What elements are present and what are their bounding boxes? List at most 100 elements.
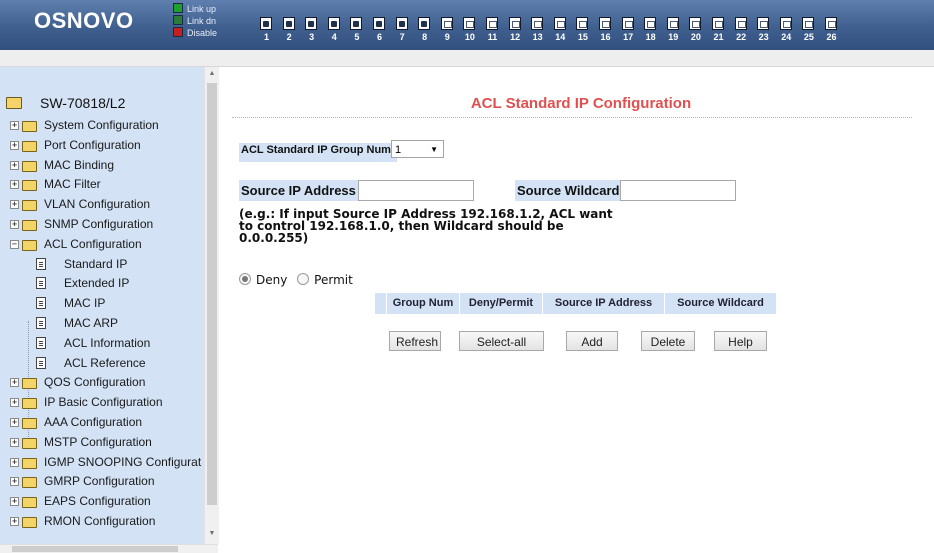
port-18[interactable]: 18 — [642, 16, 659, 46]
expand-icon[interactable]: + — [10, 457, 19, 467]
port-24[interactable]: 24 — [778, 16, 795, 46]
scroll-up-icon[interactable]: ▲ — [205, 67, 219, 81]
sidebar-vertical-scrollbar[interactable]: ▲ ▼ — [204, 67, 219, 544]
expand-icon[interactable]: + — [10, 517, 19, 526]
scrollbar-thumb[interactable] — [12, 546, 178, 552]
port-6[interactable]: 6 — [371, 16, 388, 46]
column-header-deny-permit: Deny/Permit — [460, 293, 543, 314]
help-button[interactable]: Help — [714, 331, 767, 351]
port-5[interactable]: 5 — [348, 16, 365, 46]
deny-radio[interactable] — [239, 273, 251, 285]
port-number: 2 — [286, 32, 292, 42]
port-16[interactable]: 16 — [597, 16, 614, 46]
source-ip-input[interactable] — [358, 180, 474, 201]
sidebar-item-label: MAC Filter — [44, 177, 101, 192]
folder-icon — [22, 517, 37, 528]
sidebar-item-label: QOS Configuration — [44, 375, 146, 390]
port-13[interactable]: 13 — [529, 16, 546, 46]
ethernet-port-icon — [779, 17, 792, 30]
permit-option[interactable]: Permit — [297, 273, 353, 287]
port-15[interactable]: 15 — [574, 16, 591, 46]
port-3[interactable]: 3 — [303, 16, 320, 46]
collapse-icon[interactable]: − — [10, 239, 19, 249]
add-button[interactable]: Add — [566, 331, 618, 351]
legend-disable: Disable — [173, 27, 217, 39]
port-number: 23 — [758, 32, 769, 42]
expand-icon[interactable]: + — [10, 140, 19, 150]
ethernet-port-icon — [553, 17, 566, 30]
source-wildcard-label: Source Wildcard — [515, 180, 622, 201]
port-number: 9 — [444, 32, 450, 42]
ethernet-port-icon — [757, 17, 770, 30]
folder-icon — [22, 497, 37, 509]
select-all-button[interactable]: Select-all — [459, 331, 544, 351]
port-17[interactable]: 17 — [620, 16, 637, 46]
sidebar-item-label: Extended IP — [64, 276, 130, 291]
folder-open-icon — [22, 239, 37, 251]
logo: OSNOVO — [34, 8, 134, 33]
header-separator — [0, 50, 934, 67]
permit-radio[interactable] — [297, 273, 310, 285]
port-number: 1 — [263, 32, 269, 42]
port-10[interactable]: 10 — [461, 16, 478, 46]
ethernet-port-icon — [621, 17, 634, 30]
expand-icon[interactable]: + — [10, 180, 19, 190]
expand-icon[interactable]: + — [10, 477, 19, 487]
expand-icon[interactable]: + — [10, 398, 19, 408]
delete-button[interactable]: Delete — [641, 331, 695, 351]
port-number: 16 — [600, 32, 611, 42]
port-20[interactable]: 20 — [687, 16, 704, 46]
ethernet-port-icon — [305, 17, 318, 30]
ethernet-port-icon — [373, 17, 385, 30]
port-14[interactable]: 14 — [552, 16, 569, 46]
port-25[interactable]: 25 — [800, 16, 817, 46]
legend-label: Link dn — [187, 16, 217, 26]
sidebar-item-label: ACL Reference — [64, 355, 146, 370]
column-header-source-ip: Source IP Address — [543, 293, 665, 314]
legend-link-dn: Link dn — [173, 15, 216, 27]
folder-icon — [22, 477, 37, 489]
expand-icon[interactable]: + — [10, 160, 19, 170]
expand-icon[interactable]: + — [10, 200, 19, 210]
ethernet-port-icon — [350, 17, 363, 30]
port-26[interactable]: 26 — [823, 16, 840, 46]
ethernet-port-icon — [486, 17, 498, 30]
port-21[interactable]: 21 — [710, 16, 727, 46]
port-4[interactable]: 4 — [326, 16, 343, 46]
sidebar-item-label: MAC ARP — [64, 316, 119, 330]
ethernet-port-icon — [508, 17, 521, 30]
document-icon — [36, 356, 46, 369]
group-num-value: 1 — [395, 144, 402, 156]
port-number: 13 — [532, 32, 543, 42]
port-12[interactable]: 12 — [507, 16, 524, 46]
expand-icon[interactable]: + — [10, 220, 19, 229]
port-11[interactable]: 11 — [484, 16, 501, 46]
ethernet-port-icon — [689, 17, 702, 30]
source-wildcard-input[interactable] — [620, 180, 736, 201]
group-num-select[interactable]: 1 ▼ — [391, 140, 444, 158]
port-9[interactable]: 9 — [439, 16, 456, 46]
port-19[interactable]: 19 — [665, 16, 682, 46]
sidebar-item-label: System Configuration — [44, 118, 159, 132]
expand-icon[interactable]: + — [10, 121, 19, 130]
expand-icon[interactable]: + — [10, 378, 19, 388]
port-2[interactable]: 2 — [281, 16, 298, 46]
port-7[interactable]: 7 — [394, 16, 411, 46]
scrollbar-thumb[interactable] — [207, 83, 217, 505]
sidebar-tree: SW-70818/L2 + System Configuration + Port C… — [0, 67, 204, 544]
port-number: 12 — [510, 32, 521, 42]
expand-icon[interactable]: + — [10, 437, 19, 447]
port-8[interactable]: 8 — [416, 16, 433, 46]
port-number: 10 — [464, 32, 475, 42]
scroll-down-icon[interactable]: ▼ — [205, 527, 219, 541]
expand-icon[interactable]: + — [10, 418, 19, 427]
folder-icon — [22, 398, 37, 410]
document-icon — [36, 297, 46, 310]
port-22[interactable]: 22 — [733, 16, 750, 46]
tree-root[interactable]: SW-70818/L2 — [6, 95, 125, 113]
port-23[interactable]: 23 — [755, 16, 772, 46]
refresh-button[interactable]: Refresh — [389, 331, 441, 351]
expand-icon[interactable]: + — [10, 497, 19, 507]
port-1[interactable]: 1 — [258, 16, 275, 46]
deny-option[interactable]: Deny — [239, 273, 287, 287]
